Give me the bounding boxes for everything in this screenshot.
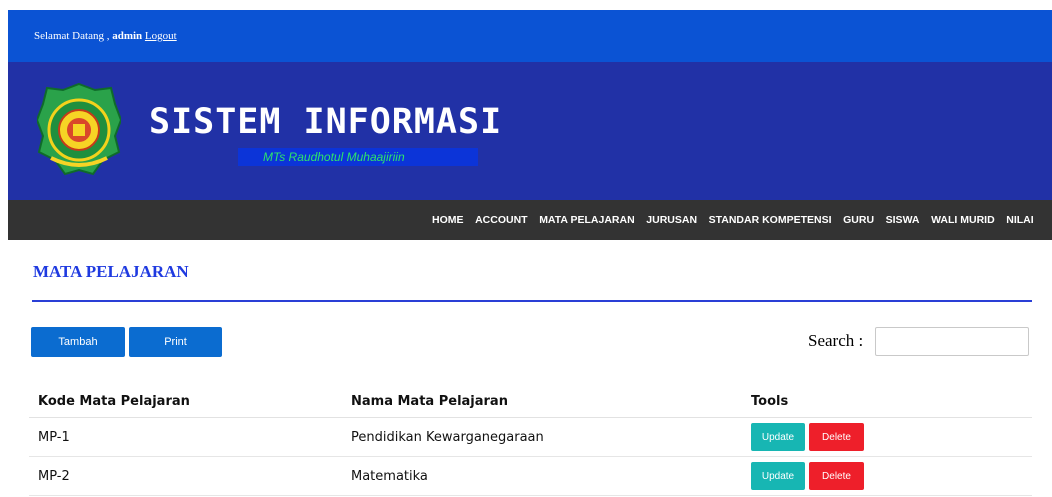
greeting-text: Selamat Datang ,	[34, 30, 113, 42]
nav-wali-murid[interactable]: WALI MURID	[931, 214, 995, 226]
add-button[interactable]: Tambah	[31, 327, 125, 357]
cell-nama: Pendidikan Kewarganegaraan	[351, 429, 544, 445]
search-label: Search :	[808, 331, 864, 350]
site-title: SISTEM INFORMASI	[149, 102, 503, 142]
print-button[interactable]: Print	[129, 327, 222, 357]
update-button[interactable]: Update	[751, 462, 805, 490]
site-subtitle: MTs Raudhotul Muhaajiriin	[263, 150, 405, 164]
nav-account[interactable]: ACCOUNT	[475, 214, 528, 226]
cell-tools: Update Delete	[742, 423, 1032, 451]
cell-tools: Update Delete	[742, 462, 1032, 490]
nav-jurusan[interactable]: JURUSAN	[646, 214, 697, 226]
page-title: MATA PELAJARAN	[33, 262, 189, 281]
main-navigation: HOME ACCOUNT MATA PELAJARAN JURUSAN STAN…	[8, 200, 1052, 240]
column-header-kode: Kode Mata Pelajaran	[38, 393, 190, 409]
table-row: MP-1 Pendidikan Kewarganegaraan Update D…	[29, 418, 1032, 457]
cell-kode: MP-2	[38, 468, 70, 484]
update-button[interactable]: Update	[751, 423, 805, 451]
title-divider	[32, 300, 1032, 302]
delete-button[interactable]: Delete	[809, 462, 864, 490]
search-input[interactable]	[875, 327, 1029, 356]
logout-link[interactable]: Logout	[145, 30, 177, 42]
cell-kode: MP-1	[38, 429, 70, 445]
column-header-tools: Tools	[751, 393, 789, 409]
nav-home[interactable]: HOME	[432, 214, 464, 226]
welcome-message: Selamat Datang , admin Logout	[34, 30, 177, 42]
header-banner: SISTEM INFORMASI MTs Raudhotul Muhaajiri…	[8, 62, 1052, 200]
username: admin	[112, 30, 143, 42]
nav-mata-pelajaran[interactable]: MATA PELAJARAN	[539, 214, 634, 226]
column-header-nama: Nama Mata Pelajaran	[351, 393, 508, 409]
table-header: Kode Mata Pelajaran Nama Mata Pelajaran …	[29, 385, 1032, 418]
delete-button[interactable]: Delete	[809, 423, 864, 451]
top-bar: Selamat Datang , admin Logout	[8, 10, 1052, 62]
cell-nama: Matematika	[351, 468, 428, 484]
nav-standar-kompetensi[interactable]: STANDAR KOMPETENSI	[709, 214, 832, 226]
subjects-table: Kode Mata Pelajaran Nama Mata Pelajaran …	[29, 385, 1032, 496]
nav-siswa[interactable]: SISWA	[886, 214, 920, 226]
school-logo-icon	[37, 82, 121, 176]
table-row: MP-2 Matematika Update Delete	[29, 457, 1032, 496]
nav-guru[interactable]: GURU	[843, 214, 874, 226]
nav-nilai[interactable]: NILAI	[1006, 214, 1033, 226]
